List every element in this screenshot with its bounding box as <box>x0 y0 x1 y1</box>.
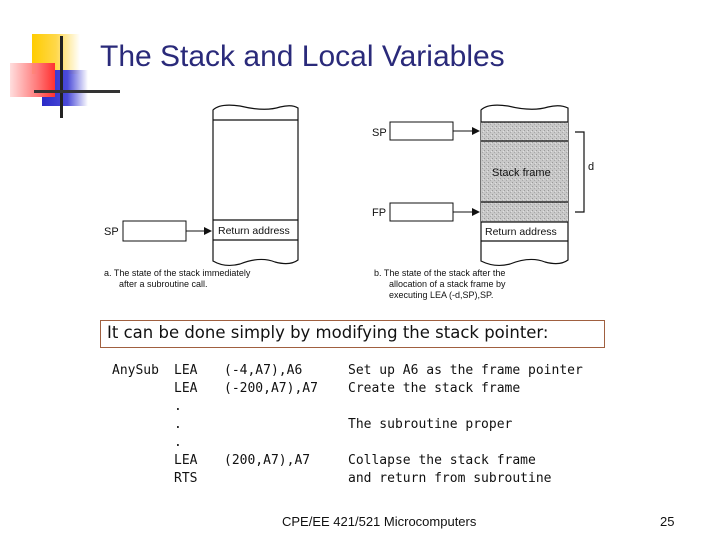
slide-footer: CPE/EE 421/521 Microcomputers <box>282 514 477 529</box>
code-listing: AnySub LEA (-4,A7),A6 Set up A6 as the f… <box>112 362 583 488</box>
code-label <box>112 452 174 470</box>
code-comment: Set up A6 as the frame pointer <box>348 363 583 378</box>
code-arg <box>224 434 348 452</box>
stack-column-a <box>212 104 299 267</box>
code-comment: The subroutine proper <box>348 417 513 432</box>
code-arg: (-200,A7),A7 <box>224 381 318 396</box>
code-op: . <box>174 399 182 414</box>
code-row: LEA (-200,A7),A7 Create the stack frame <box>112 380 583 398</box>
size-bracket <box>575 131 585 213</box>
sp-register-a <box>122 220 187 242</box>
caption-b-line1: b. The state of the stack after the <box>374 268 505 278</box>
panel-a: Return address SP a. The state of the st… <box>104 104 299 289</box>
code-row: . <box>112 398 583 416</box>
code-arg: (-4,A7),A6 <box>224 363 303 378</box>
code-arg <box>224 470 348 488</box>
code-arg <box>224 416 348 434</box>
code-comment: Collapse the stack frame <box>348 453 536 468</box>
logo-vertical-line <box>60 36 63 118</box>
slide-title: The Stack and Local Variables <box>100 40 505 73</box>
code-label <box>112 380 174 398</box>
fp-register-b <box>389 202 454 222</box>
caption-b-line3: executing LEA (-d,SP),SP. <box>389 290 493 300</box>
size-label-d: d <box>588 161 594 173</box>
fp-label-b: FP <box>372 207 386 219</box>
return-address-a: Return address <box>218 225 290 237</box>
stack-frame-label: Stack frame <box>492 167 551 179</box>
sp-register-b <box>389 121 454 141</box>
code-op: LEA <box>174 453 198 468</box>
code-label <box>112 398 174 416</box>
code-comment: Create the stack frame <box>348 381 521 396</box>
code-arg <box>224 398 348 416</box>
page-number: 25 <box>660 514 675 529</box>
callout-box: It can be done simply by modifying the s… <box>100 320 605 348</box>
callout-text: It can be done simply by modifying the s… <box>107 323 549 342</box>
code-arg: (200,A7),A7 <box>224 453 311 468</box>
code-label: AnySub <box>112 363 159 378</box>
logo-horizontal-line <box>34 90 120 93</box>
code-label <box>112 416 174 434</box>
sp-label-a: SP <box>104 226 119 238</box>
code-op: . <box>174 417 182 432</box>
code-op: LEA <box>174 381 198 396</box>
return-address-b: Return address <box>485 226 557 238</box>
panel-b: Stack frame Return address SP FP d b. Th… <box>372 104 594 300</box>
code-comment: and return from subroutine <box>348 471 552 486</box>
caption-a-line2: after a subroutine call. <box>119 279 208 289</box>
stack-diagram: Return address SP a. The state of the st… <box>104 104 594 300</box>
sp-label-b: SP <box>372 127 387 139</box>
code-row: LEA (200,A7),A7 Collapse the stack frame <box>112 452 583 470</box>
code-label <box>112 470 174 488</box>
code-label <box>112 434 174 452</box>
code-row: AnySub LEA (-4,A7),A6 Set up A6 as the f… <box>112 362 583 380</box>
code-op: . <box>174 435 182 450</box>
code-op: LEA <box>174 363 198 378</box>
caption-a-line1: a. The state of the stack immediately <box>104 268 251 278</box>
code-op: RTS <box>174 471 198 486</box>
code-row: . The subroutine proper <box>112 416 583 434</box>
code-row: RTS and return from subroutine <box>112 470 583 488</box>
caption-b-line2: allocation of a stack frame by <box>389 279 506 289</box>
code-row: . <box>112 434 583 452</box>
